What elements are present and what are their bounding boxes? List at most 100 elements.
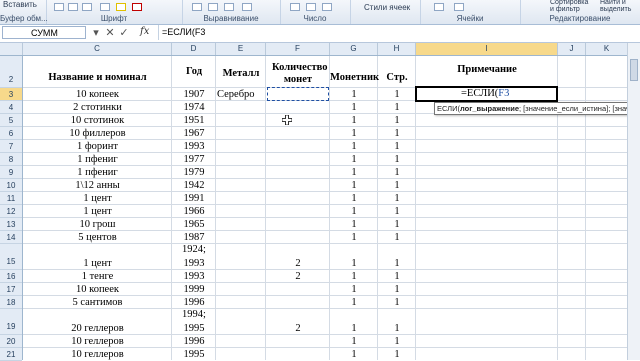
cell-page[interactable]: 1 [378, 323, 416, 335]
cell-name[interactable]: 2 стотинки [23, 102, 172, 114]
cell-mint[interactable]: 1 [330, 89, 378, 101]
cell-page[interactable]: 1 [378, 297, 416, 309]
align-center-icon[interactable] [208, 3, 218, 11]
row-header-11[interactable]: 11 [0, 192, 22, 205]
name-box[interactable]: СУММ [2, 26, 86, 39]
cell-name[interactable]: 1 цент [23, 258, 172, 270]
cell-mint[interactable]: 1 [330, 297, 378, 309]
column-header-j[interactable]: J [558, 43, 586, 55]
cell-page[interactable]: 1 [378, 219, 416, 231]
cell-page[interactable]: 1 [378, 349, 416, 360]
active-cell-i3[interactable]: =ЕСЛИ(F3 [415, 86, 558, 102]
cell-year[interactable]: 1979 [172, 167, 216, 179]
row-header-7[interactable]: 7 [0, 140, 22, 153]
cell-page[interactable]: 1 [378, 284, 416, 296]
cell-year[interactable]: 1995 [172, 323, 216, 335]
cell-qty[interactable]: 2 [266, 323, 330, 335]
column-header-k[interactable]: K [586, 43, 628, 55]
cell-name[interactable]: 10 грош [23, 219, 172, 231]
column-header-h[interactable]: H [378, 43, 416, 55]
cell-mint[interactable]: 1 [330, 219, 378, 231]
formula-input[interactable]: =ЕСЛИ(F3 [158, 25, 626, 40]
cell-mint[interactable]: 1 [330, 284, 378, 296]
cell-name[interactable]: 1 цент [23, 193, 172, 205]
worksheet-grid[interactable]: Название и номинал Год Металл Количество мо… [23, 56, 628, 360]
row-header-8[interactable]: 8 [0, 153, 22, 166]
cell-mint[interactable]: 1 [330, 258, 378, 270]
cell-page[interactable]: 1 [378, 154, 416, 166]
indent-icon[interactable] [242, 3, 252, 11]
cell-year[interactable]: 1966 [172, 206, 216, 218]
comma-icon[interactable] [322, 3, 332, 11]
cell-name[interactable]: 10 копеек [23, 89, 172, 101]
cell-year[interactable]: 1987 [172, 232, 216, 244]
cell-mint[interactable]: 1 [330, 323, 378, 335]
row-header-2[interactable]: 2 [0, 56, 22, 88]
name-box-dropdown-icon[interactable]: ▾ [90, 26, 102, 40]
row-header-16[interactable]: 16 [0, 270, 22, 283]
insert-icon[interactable] [434, 3, 444, 11]
cell-page[interactable]: 1 [378, 102, 416, 114]
cell-mint[interactable]: 1 [330, 141, 378, 153]
row-header-13[interactable]: 13 [0, 218, 22, 231]
column-header-i[interactable]: I [416, 43, 558, 55]
cell-page[interactable]: 1 [378, 180, 416, 192]
cell-mint[interactable]: 1 [330, 154, 378, 166]
cell-mint[interactable]: 1 [330, 128, 378, 140]
cell-year[interactable]: 1993 [172, 271, 216, 283]
cell-year[interactable]: 1991 [172, 193, 216, 205]
cell-year[interactable]: 1965 [172, 219, 216, 231]
row-header-5[interactable]: 5 [0, 114, 22, 127]
cell-year[interactable]: 1924; [172, 244, 216, 256]
cell-name[interactable]: 10 стотинок [23, 115, 172, 127]
cell-year[interactable]: 1993 [172, 258, 216, 270]
header-metal[interactable]: Металл [216, 68, 266, 80]
cancel-icon[interactable]: ✕ [104, 26, 116, 40]
cell-name[interactable]: 1 пфениг [23, 167, 172, 179]
header-year[interactable]: Год [172, 66, 216, 78]
cell-name[interactable]: 5 сантимов [23, 297, 172, 309]
paste-button[interactable]: Вставить [3, 0, 37, 9]
cell-name[interactable]: 5 центов [23, 232, 172, 244]
row-header-10[interactable]: 10 [0, 179, 22, 192]
cell-qty[interactable]: 2 [266, 258, 330, 270]
cell-name[interactable]: 10 геллеров [23, 336, 172, 348]
vertical-scrollbar[interactable] [627, 43, 640, 360]
cell-name[interactable]: 20 геллеров [23, 323, 172, 335]
row-header-4[interactable]: 4 [0, 101, 22, 114]
delete-icon[interactable] [454, 3, 464, 11]
scrollbar-thumb[interactable] [630, 59, 638, 81]
enter-icon[interactable]: ✓ [118, 26, 130, 40]
cell-styles-button[interactable]: Стили ячеек [364, 3, 410, 12]
header-qty[interactable]: Количество монет [266, 62, 330, 88]
cell-page[interactable]: 1 [378, 115, 416, 127]
fill-color-icon[interactable] [116, 3, 126, 11]
underline-icon[interactable] [82, 3, 92, 11]
currency-icon[interactable] [290, 3, 300, 11]
header-name[interactable]: Название и номинал [23, 72, 172, 84]
cell-year[interactable]: 1977 [172, 154, 216, 166]
cell-name[interactable]: 10 копеек [23, 284, 172, 296]
cell-year[interactable]: 1994; [172, 309, 216, 321]
cell-page[interactable]: 1 [378, 271, 416, 283]
cell-year[interactable]: 1999 [172, 284, 216, 296]
cell-mint[interactable]: 1 [330, 102, 378, 114]
cell-page[interactable]: 1 [378, 167, 416, 179]
cell-metal[interactable]: Серебро [216, 89, 266, 101]
column-header-d[interactable]: D [172, 43, 216, 55]
borders-icon[interactable] [100, 3, 110, 11]
cell-mint[interactable]: 1 [330, 115, 378, 127]
row-header-14[interactable]: 14 [0, 231, 22, 244]
cell-year[interactable]: 1996 [172, 336, 216, 348]
cell-name[interactable]: 1 тенге [23, 271, 172, 283]
cell-mint[interactable]: 1 [330, 349, 378, 360]
cell-year[interactable]: 1996 [172, 297, 216, 309]
cell-year[interactable]: 1995 [172, 349, 216, 360]
row-header-3[interactable]: 3 [0, 88, 22, 101]
row-header-19[interactable]: 19 [0, 309, 22, 335]
cell-qty[interactable]: 2 [266, 271, 330, 283]
font-color-icon[interactable] [132, 3, 142, 11]
cell-page[interactable]: 1 [378, 193, 416, 205]
header-mint[interactable]: Монетник [330, 72, 379, 84]
select-all-corner[interactable] [0, 43, 23, 55]
